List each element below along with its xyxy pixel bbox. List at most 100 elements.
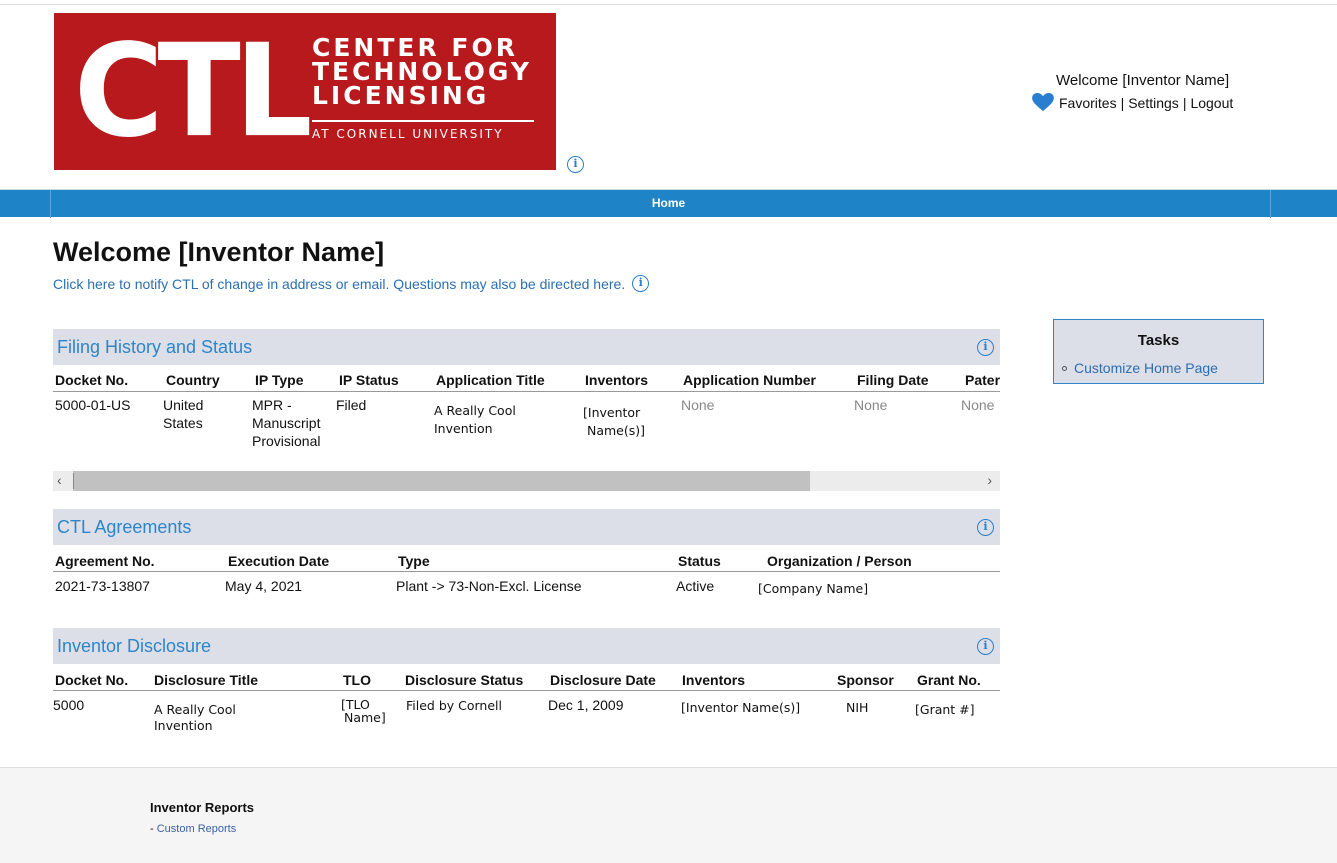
info-icon[interactable]: i xyxy=(977,339,994,356)
cell-country-line: United xyxy=(163,397,204,413)
logo-lines: CENTER FOR TECHNOLOGY LICENSING xyxy=(312,35,532,110)
cell-agreement-no: 2021-73-13807 xyxy=(55,578,150,594)
col-tlo[interactable]: TLO xyxy=(343,672,371,688)
col-ip-status[interactable]: IP Status xyxy=(339,372,399,388)
logo-rule xyxy=(312,120,534,122)
filing-section-header: Filing History and Status i xyxy=(53,329,1000,365)
nav-home-link[interactable]: Home xyxy=(0,196,1337,210)
top-divider xyxy=(0,4,1337,5)
task-label[interactable]: Customize Home Page xyxy=(1074,360,1218,376)
cell-app-title: A Really Cool Invention xyxy=(434,402,516,438)
col-type[interactable]: Type xyxy=(398,553,430,569)
horizontal-scrollbar[interactable]: ‹ › xyxy=(53,471,1000,491)
agreements-section-header: CTL Agreements i xyxy=(53,509,1000,545)
favorites-link[interactable]: Favorites xyxy=(1059,95,1117,111)
settings-link[interactable]: Settings xyxy=(1128,95,1179,111)
logout-link[interactable]: Logout xyxy=(1190,95,1233,111)
cell-patent: None xyxy=(961,397,995,413)
filing-section-title: Filing History and Status xyxy=(57,337,253,357)
notify-line: Click here to notify CTL of change in ad… xyxy=(53,275,650,292)
col-docket-no[interactable]: Docket No. xyxy=(55,672,128,688)
disclosure-section-title: Inventor Disclosure xyxy=(57,636,212,656)
col-docket-no[interactable]: Docket No. xyxy=(55,372,128,388)
col-application-number[interactable]: Application Number xyxy=(683,372,816,388)
scroll-left-arrow-icon[interactable]: ‹ xyxy=(57,472,62,488)
col-disclosure-status[interactable]: Disclosure Status xyxy=(405,672,523,688)
nav-bar: Home xyxy=(0,189,1337,218)
logo-line-3: LICENSING xyxy=(312,81,490,110)
bullet-icon xyxy=(1062,365,1067,371)
agreements-section-title: CTL Agreements xyxy=(57,517,192,537)
cell-grant-no: [Grant #] xyxy=(915,702,975,717)
col-disclosure-title[interactable]: Disclosure Title xyxy=(154,672,258,688)
info-icon[interactable]: i xyxy=(632,275,650,292)
cell-ip-type: MPR - Manuscript Provisional xyxy=(252,396,320,450)
col-disclosure-date[interactable]: Disclosure Date xyxy=(550,672,656,688)
cell-ip-type-line: Manuscript xyxy=(252,415,321,431)
cell-organization: [Company Name] xyxy=(758,581,869,596)
cell-disclosure-title: A Really Cool Invention xyxy=(154,702,236,734)
tasks-title: Tasks xyxy=(1137,332,1180,349)
footer-title: Inventor Reports xyxy=(150,800,255,815)
info-icon[interactable]: i xyxy=(977,638,994,655)
cell-country-line: States xyxy=(163,415,203,431)
col-grant-no[interactable]: Grant No. xyxy=(917,672,981,688)
info-icon[interactable]: i xyxy=(567,156,584,173)
notify-link[interactable]: Click here to notify CTL of change in ad… xyxy=(53,276,625,292)
nav-divider xyxy=(1270,190,1271,218)
col-organization[interactable]: Organization / Person xyxy=(767,553,912,569)
cell-status: Active xyxy=(676,578,715,594)
header-rule xyxy=(53,571,1000,572)
cell-inventors: [Inventor Name(s)] xyxy=(681,700,801,715)
cell-docket: 5000 xyxy=(53,697,85,713)
col-inventors[interactable]: Inventors xyxy=(682,672,745,688)
header-welcome: Welcome [Inventor Name] xyxy=(1056,72,1230,89)
task-customize-home-page[interactable]: Customize Home Page xyxy=(1062,360,1218,376)
cell-disclosure-status: Filed by Cornell xyxy=(406,698,502,713)
custom-reports-link[interactable]: Custom Reports xyxy=(157,823,236,835)
cell-country: United States xyxy=(163,396,203,432)
cell-title-line: A Really Cool xyxy=(154,702,236,717)
cell-sponsor: NIH xyxy=(846,700,869,715)
col-filing-date[interactable]: Filing Date xyxy=(857,372,929,388)
logo-subtitle: AT CORNELL UNIVERSITY xyxy=(312,127,504,141)
cell-app-number: None xyxy=(681,397,715,413)
page-title: Welcome [Inventor Name] xyxy=(53,237,385,267)
footer: Inventor Reports - Custom Reports xyxy=(0,768,1337,863)
scroll-thumb-edge xyxy=(73,473,74,489)
cell-type: Plant -> 73-Non-Excl. License xyxy=(396,578,582,594)
cell-app-title-line: Invention xyxy=(434,421,493,436)
col-inventors[interactable]: Inventors xyxy=(585,372,648,388)
logo-ctl-text: CTL xyxy=(74,16,312,166)
cell-ip-type-line: Provisional xyxy=(252,433,321,449)
heart-icon xyxy=(1032,93,1054,112)
col-patent[interactable]: Pater xyxy=(965,372,1000,388)
cell-disclosure-date: Dec 1, 2009 xyxy=(548,697,624,713)
cell-docket: 5000-01-US xyxy=(55,397,131,413)
cell-tlo: [TLO Name] xyxy=(341,698,386,724)
footer-link-row: - Custom Reports xyxy=(150,823,236,835)
footer-link-prefix: - xyxy=(150,823,157,835)
col-agreement-no[interactable]: Agreement No. xyxy=(55,553,155,569)
link-separator: | xyxy=(1120,94,1125,111)
cell-inventors-line: Name(s)] xyxy=(587,423,646,438)
scroll-thumb[interactable] xyxy=(73,471,810,491)
cell-filing-date: None xyxy=(854,397,888,413)
info-icon[interactable]: i xyxy=(977,519,994,536)
cell-execution-date: May 4, 2021 xyxy=(225,578,303,594)
scroll-right-arrow-icon[interactable]: › xyxy=(987,472,992,488)
ctl-logo[interactable]: CTL CENTER FOR TECHNOLOGY LICENSING AT C… xyxy=(54,13,556,170)
col-execution-date[interactable]: Execution Date xyxy=(228,553,329,569)
cell-app-title-line: A Really Cool xyxy=(434,403,516,418)
link-separator: | xyxy=(1182,94,1187,111)
col-ip-type[interactable]: IP Type xyxy=(255,372,304,388)
col-sponsor[interactable]: Sponsor xyxy=(837,672,894,688)
cell-tlo-line: Name] xyxy=(344,710,386,725)
cell-ip-type-line: MPR - xyxy=(252,397,292,413)
cell-inventors: [Inventor Name(s)] xyxy=(583,404,645,440)
col-status[interactable]: Status xyxy=(678,553,721,569)
cell-ip-status: Filed xyxy=(336,397,367,413)
header-links: Favorites | Settings | Logout xyxy=(1032,93,1233,112)
col-application-title[interactable]: Application Title xyxy=(436,372,545,388)
col-country[interactable]: Country xyxy=(166,372,220,388)
